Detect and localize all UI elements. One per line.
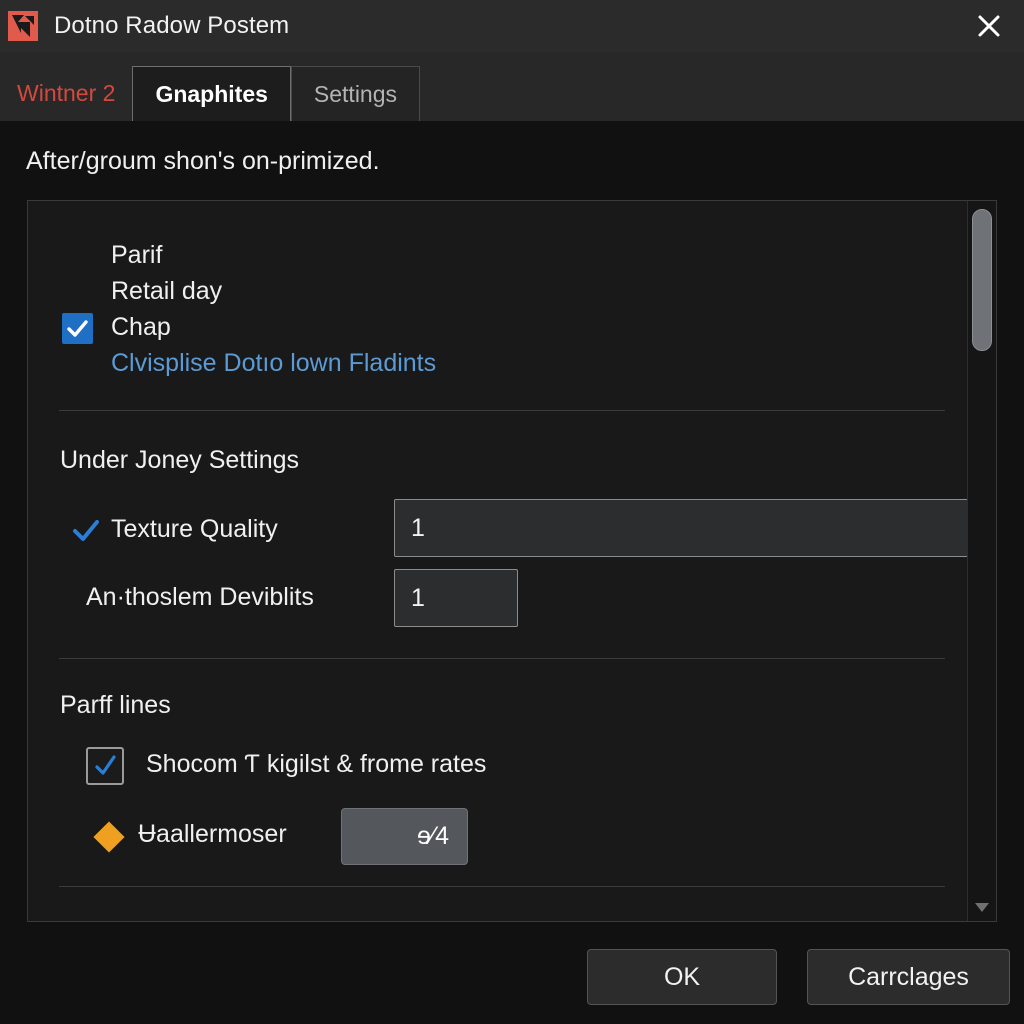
- window-titlebar: Dotno Radow Postem: [0, 0, 1024, 52]
- section-divider: [59, 658, 945, 659]
- label-anthoslem-deviblits: An·thoslem Deviblits: [86, 583, 314, 611]
- tab-gnaphites[interactable]: Gnaphites: [132, 66, 291, 121]
- input-anthoslem-deviblits[interactable]: 1: [394, 569, 518, 627]
- settings-scroll-panel: Parif Retail day Chap Clvisplise Dotıo l…: [27, 200, 997, 922]
- cancel-button[interactable]: Carrclages: [807, 949, 1010, 1005]
- section-heading-perf: Parff lines: [60, 691, 171, 719]
- tab-settings[interactable]: Settings: [290, 66, 421, 121]
- tab-strip: Wintner 2 Gnaphites Settings: [0, 52, 1024, 121]
- value-aallermoser[interactable]: ɘ⁄4: [341, 808, 468, 865]
- tab-label: Wintner 2: [17, 80, 116, 106]
- checkbox-chap[interactable]: [62, 313, 93, 344]
- section-heading-quality: Under Joney Settings: [60, 446, 300, 474]
- option-row-chap[interactable]: Chap: [111, 313, 171, 342]
- chevron-down-icon[interactable]: [974, 901, 990, 913]
- option-row-retail-day[interactable]: Retail day: [111, 277, 222, 306]
- check-icon-texture-quality[interactable]: [71, 517, 101, 547]
- label-shocom-frame-rates: Shocom Ƭ kigilst & frome rates: [146, 750, 487, 778]
- label-aallermoser: Ʉaallermoser: [138, 820, 287, 848]
- diamond-bullet-icon: [93, 821, 125, 853]
- tab-wintner-2[interactable]: Wintner 2: [0, 66, 132, 121]
- tab-label: Gnaphites: [155, 80, 268, 107]
- dota-logo-icon: [8, 11, 38, 41]
- page-subtitle: After/groum shon's on-primized.: [26, 147, 380, 175]
- panel-scrollbar[interactable]: [967, 201, 996, 921]
- scrollbar-thumb[interactable]: [972, 209, 992, 351]
- tab-label: Settings: [313, 80, 398, 107]
- close-icon[interactable]: [968, 6, 1010, 46]
- window-title: Dotno Radow Postem: [54, 12, 290, 39]
- section-divider: [59, 886, 945, 887]
- dialog-content: After/groum shon's on-primized. Parif Re…: [0, 121, 1024, 1024]
- checkbox-shocom-frame-rates[interactable]: [86, 747, 124, 785]
- label-texture-quality: Texture Quality: [111, 515, 278, 543]
- option-row-parif[interactable]: Parif: [111, 241, 162, 270]
- input-texture-quality[interactable]: 1: [394, 499, 970, 557]
- settings-list: Parif Retail day Chap Clvisplise Dotıo l…: [28, 201, 970, 921]
- link-clvisplise-downloads[interactable]: Clvisplise Dotıo lown Fladints: [111, 349, 436, 378]
- ok-button[interactable]: OK: [587, 949, 777, 1005]
- section-divider: [59, 410, 945, 411]
